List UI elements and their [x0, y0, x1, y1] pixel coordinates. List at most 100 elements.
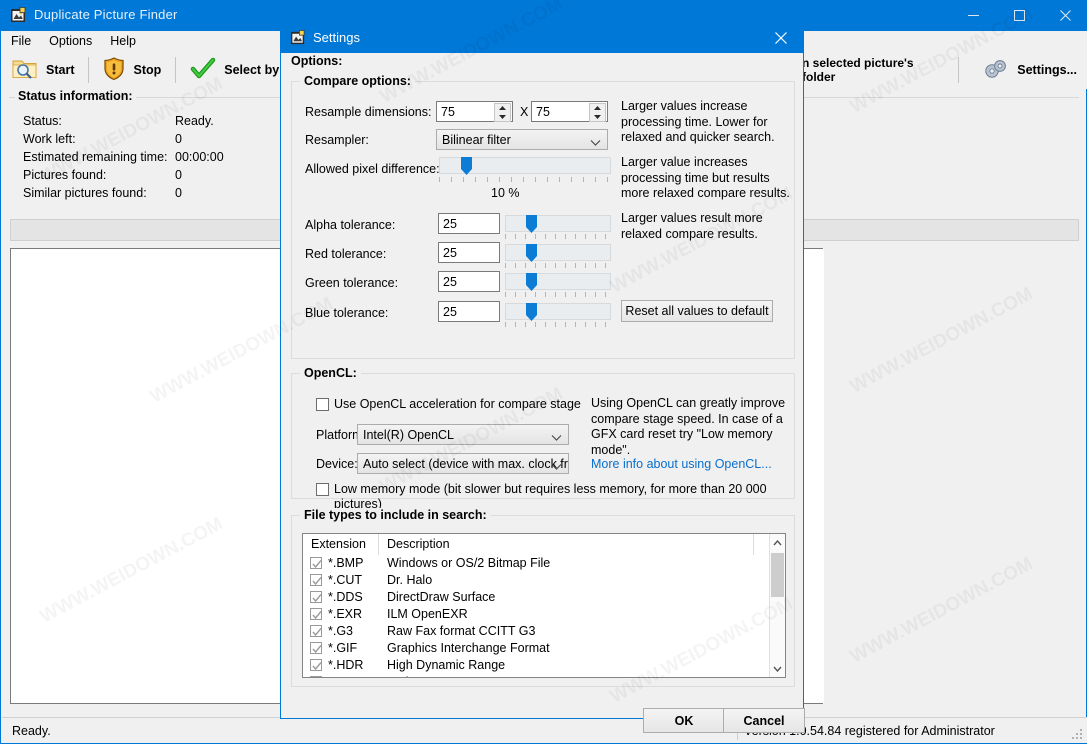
- file-types-scrollbar[interactable]: [769, 534, 785, 677]
- low-memory-mode-checkbox[interactable]: [316, 483, 329, 496]
- row-description: DirectDraw Surface: [387, 590, 496, 604]
- red-tolerance-input[interactable]: 25: [438, 242, 500, 263]
- row-checkbox[interactable]: [310, 608, 322, 620]
- stepper-down-icon[interactable]: [590, 113, 605, 122]
- stepper-down-icon[interactable]: [495, 113, 510, 122]
- ok-button[interactable]: OK: [643, 708, 725, 733]
- table-row[interactable]: *.EXR ILM OpenEXR: [303, 606, 769, 623]
- start-button-label: Start: [46, 63, 75, 77]
- row-description: Raw Fax format CCITT G3: [387, 624, 536, 638]
- table-row[interactable]: *.G3 Raw Fax format CCITT G3: [303, 623, 769, 640]
- gears-icon: [983, 57, 1009, 84]
- row-checkbox[interactable]: [310, 557, 322, 569]
- status-value: 0: [175, 132, 182, 146]
- allowed-pixel-difference-value: 10 %: [491, 186, 520, 200]
- slider-thumb[interactable]: [526, 215, 537, 234]
- status-row: Similar pictures found: 0: [23, 184, 224, 202]
- platform-select[interactable]: Intel(R) OpenCL: [357, 424, 569, 445]
- resampler-value: Bilinear filter: [442, 133, 511, 147]
- open-selected-folder-button-label[interactable]: n selected picture's folder: [802, 56, 944, 84]
- device-select[interactable]: Auto select (device with max. clock freq: [357, 453, 569, 474]
- slider-ticks: [505, 234, 611, 240]
- resample-width-value: 75: [441, 105, 455, 119]
- green-tolerance-input[interactable]: 25: [438, 271, 500, 292]
- row-checkbox[interactable]: [310, 642, 322, 654]
- minimize-button[interactable]: [950, 0, 996, 31]
- scrollbar-thumb[interactable]: [771, 553, 784, 597]
- status-key: Pictures found:: [23, 168, 107, 182]
- row-extension: *.IFF: [328, 674, 355, 677]
- resample-x-label: X: [520, 105, 529, 119]
- use-opencl-label[interactable]: Use OpenCL acceleration for compare stag…: [334, 397, 581, 412]
- toolbar-separator: [175, 57, 177, 83]
- alpha-tolerance-input[interactable]: 25: [438, 213, 500, 234]
- table-row[interactable]: *.GIF Graphics Interchange Format: [303, 640, 769, 657]
- cancel-button[interactable]: Cancel: [723, 708, 805, 733]
- resample-hint: Larger values increase processing time. …: [621, 99, 775, 144]
- blue-tolerance-input[interactable]: 25: [438, 301, 500, 322]
- preview-panel: [823, 248, 1079, 704]
- menu-item-help[interactable]: Help: [101, 32, 145, 51]
- row-checkbox[interactable]: [310, 659, 322, 671]
- resample-height-stepper[interactable]: [589, 103, 606, 122]
- blue-tolerance-slider[interactable]: [505, 303, 611, 322]
- toolbar-separator: [88, 57, 90, 83]
- status-bar-left-text: Ready.: [12, 723, 51, 738]
- settings-button[interactable]: Settings...: [973, 52, 1087, 88]
- slider-thumb[interactable]: [526, 244, 537, 263]
- maximize-button[interactable]: [996, 0, 1042, 31]
- resample-width-stepper[interactable]: [494, 103, 511, 122]
- alpha-tolerance-slider[interactable]: [505, 215, 611, 234]
- column-header-extension[interactable]: Extension: [311, 537, 366, 551]
- window-controls: [950, 0, 1087, 31]
- allowed-pixel-difference-slider[interactable]: [439, 157, 611, 176]
- green-check-icon: [190, 57, 216, 84]
- table-row[interactable]: *.DDS DirectDraw Surface: [303, 589, 769, 606]
- row-extension: *.HDR: [328, 658, 364, 672]
- row-checkbox[interactable]: [310, 591, 322, 603]
- row-checkbox[interactable]: [310, 574, 322, 586]
- red-tolerance-value: 25: [443, 246, 457, 260]
- resample-width-input[interactable]: 75: [436, 101, 513, 122]
- opencl-hint: Using OpenCL can greatly improve compare…: [591, 396, 786, 457]
- reset-all-values-button[interactable]: Reset all values to default: [621, 300, 773, 322]
- menu-item-options[interactable]: Options: [40, 32, 101, 51]
- start-button[interactable]: Start: [2, 52, 84, 88]
- menu-item-file[interactable]: File: [2, 32, 40, 51]
- resample-height-input[interactable]: 75: [531, 101, 608, 122]
- file-types-list[interactable]: Extension Description *.BMP Windows or O…: [302, 533, 786, 678]
- red-tolerance-slider[interactable]: [505, 244, 611, 263]
- file-types-group: File types to include in search: Extensi…: [291, 508, 795, 687]
- close-icon[interactable]: [759, 23, 803, 53]
- shield-warning-icon: [103, 56, 125, 84]
- green-tolerance-slider[interactable]: [505, 273, 611, 292]
- slider-thumb[interactable]: [526, 273, 537, 292]
- scroll-up-icon[interactable]: [770, 534, 785, 551]
- row-checkbox[interactable]: [310, 676, 322, 677]
- row-description: Amiga IFF: [387, 674, 445, 677]
- more-info-opencl-link[interactable]: More info about using OpenCL...: [591, 457, 772, 471]
- device-label: Device:: [316, 457, 358, 471]
- close-button[interactable]: [1042, 0, 1087, 31]
- stepper-up-icon[interactable]: [495, 104, 510, 113]
- table-row[interactable]: *.BMP Windows or OS/2 Bitmap File: [303, 555, 769, 572]
- status-row: Work left: 0: [23, 130, 224, 148]
- scroll-down-icon[interactable]: [770, 660, 785, 677]
- column-header-description[interactable]: Description: [387, 537, 450, 551]
- resize-grip-icon[interactable]: [1071, 728, 1083, 740]
- status-key: Estimated remaining time:: [23, 150, 168, 164]
- resampler-select[interactable]: Bilinear filter: [436, 129, 608, 150]
- stepper-up-icon[interactable]: [590, 104, 605, 113]
- select-by-button[interactable]: Select by: [180, 52, 289, 88]
- table-row[interactable]: *.HDR High Dynamic Range: [303, 657, 769, 674]
- slider-thumb[interactable]: [526, 303, 537, 322]
- table-row[interactable]: *.IFF Amiga IFF: [303, 674, 769, 677]
- table-row[interactable]: *.CUT Dr. Halo: [303, 572, 769, 589]
- use-opencl-checkbox[interactable]: [316, 398, 329, 411]
- stop-button[interactable]: Stop: [93, 52, 171, 88]
- status-value: 0: [175, 168, 182, 182]
- slider-thumb[interactable]: [461, 157, 472, 176]
- status-rows: Status: Ready. Work left: 0 Estimated re…: [23, 112, 224, 202]
- row-checkbox[interactable]: [310, 625, 322, 637]
- status-key: Similar pictures found:: [23, 186, 147, 200]
